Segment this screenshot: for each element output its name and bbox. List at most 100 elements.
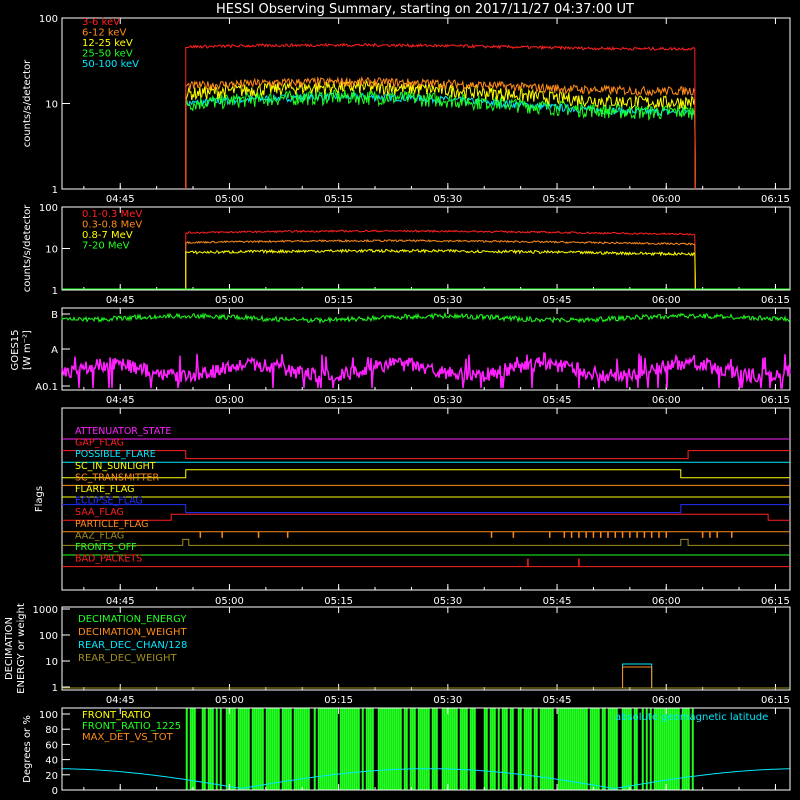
- ratio-bar: [443, 708, 446, 790]
- ratio-bar: [575, 708, 578, 790]
- y-axis-label: Degrees or %: [22, 715, 33, 783]
- ratio-bar: [269, 708, 272, 790]
- y-tick-label: 100: [39, 631, 58, 642]
- y-tick-label: 20: [45, 771, 58, 782]
- flag-label: SC_IN_SUNLIGHT: [75, 461, 156, 472]
- ratio-bar: [433, 708, 436, 790]
- ratio-bar: [265, 708, 268, 790]
- legend-entry: 50-100 keV: [82, 59, 139, 70]
- x-tick-label: 06:00: [652, 596, 681, 607]
- ratio-bar: [427, 708, 430, 790]
- annotation: absolute geomagnetic latitude: [615, 712, 768, 723]
- x-tick-label: 06:00: [652, 194, 681, 205]
- ratio-bar: [383, 708, 386, 790]
- x-tick-label: 06:00: [652, 695, 681, 706]
- x-tick-label: 06:15: [761, 295, 790, 306]
- ratio-bar: [299, 708, 302, 790]
- ratio-bar: [323, 708, 326, 790]
- x-tick-label: 05:45: [543, 395, 572, 406]
- legend-entry: FRONT_RATIO_1225: [82, 721, 181, 732]
- legend-entry: REAR_DEC_WEIGHT: [78, 653, 177, 664]
- high-energy-panel: [61, 206, 791, 291]
- ratio-bar: [459, 708, 462, 790]
- ratio-bar: [497, 708, 500, 790]
- y-tick-label: 80: [45, 725, 58, 736]
- ratio-bar: [413, 708, 416, 790]
- x-tick-label: 05:30: [433, 194, 462, 205]
- ratio-bar: [317, 708, 320, 790]
- ratio-bar: [519, 708, 522, 790]
- ratio-bar: [329, 708, 332, 790]
- y-axis-label: GOES15: [10, 329, 21, 370]
- series-line: [622, 666, 653, 688]
- ratio-bar: [569, 708, 572, 790]
- ratio-bar: [247, 708, 250, 790]
- legend-entry: 7-20 MeV: [82, 241, 130, 252]
- ratio-bar: [389, 708, 392, 790]
- ratio-bar: [321, 708, 324, 790]
- flag-label: BAD_PACKETS: [75, 554, 142, 565]
- y-tick-label: 40: [45, 756, 58, 767]
- x-tick-label: 06:15: [761, 695, 790, 706]
- ratio-bar: [591, 708, 594, 790]
- ratio-bar: [289, 708, 292, 790]
- y-tick-label: 10: [45, 100, 58, 111]
- ratio-bar: [381, 708, 384, 790]
- legend-entry: 0.3-0.8 MeV: [82, 220, 142, 231]
- x-tick-label: 05:30: [433, 295, 462, 306]
- ratio-bar: [465, 708, 468, 790]
- x-tick-label: 06:15: [761, 596, 790, 607]
- ratio-bar: [463, 708, 466, 790]
- ratio-bar: [347, 708, 350, 790]
- ratio-bar: [529, 708, 532, 790]
- series-line: [61, 311, 791, 325]
- y-axis-label: ENERGY or weight: [16, 603, 27, 694]
- ratio-bar: [419, 708, 422, 790]
- ratio-bar: [287, 708, 290, 790]
- ratio-bar: [237, 708, 240, 790]
- ratio-bar: [241, 708, 244, 790]
- ratio-bar: [261, 708, 264, 790]
- ratio-bar: [539, 708, 542, 790]
- ratio-bar: [297, 708, 300, 790]
- y-tick-label: 0: [52, 786, 58, 797]
- ratio-bar: [271, 708, 274, 790]
- ratio-bar: [259, 708, 262, 790]
- ratio-bar: [585, 708, 588, 790]
- ratio-bar: [367, 708, 370, 790]
- ratio-bar: [423, 708, 426, 790]
- ratio-bar: [491, 708, 494, 790]
- ratio-bar: [551, 708, 554, 790]
- legend-entry: 6-12 keV: [82, 28, 126, 39]
- ratio-bar: [511, 708, 514, 790]
- y-tick-label: A: [51, 345, 58, 356]
- ratio-bar: [609, 708, 612, 790]
- ratio-bar: [377, 708, 380, 790]
- ratio-bar: [417, 708, 420, 790]
- flag-line: [62, 513, 790, 521]
- series-line: [622, 663, 653, 688]
- flag-label: SC_TRANSMITTER: [75, 472, 160, 483]
- series-line: [185, 89, 696, 190]
- y-axis-label: counts/s/detector: [22, 204, 33, 292]
- y-tick-label: B: [51, 310, 58, 321]
- ratio-bar: [371, 708, 374, 790]
- ratio-bar: [527, 708, 530, 790]
- ratio-bar: [303, 708, 306, 790]
- ratio-bar: [567, 708, 570, 790]
- ratio-bar: [283, 708, 286, 790]
- ratio-bar: [233, 708, 236, 790]
- y-tick-label: 10: [45, 657, 58, 668]
- ratio-bar: [441, 708, 444, 790]
- x-tick-label: 05:00: [215, 194, 244, 205]
- ratio-bar: [227, 708, 230, 790]
- chart-title: HESSI Observing Summary, starting on 201…: [216, 2, 634, 17]
- ratio-bar: [345, 708, 348, 790]
- x-tick-label: 05:45: [543, 695, 572, 706]
- x-tick-label: 04:45: [106, 295, 135, 306]
- ratio-bar: [245, 708, 248, 790]
- ratio-bar: [535, 708, 538, 790]
- ratio-bar: [431, 708, 434, 790]
- ratio-bar: [201, 708, 204, 790]
- ratio-bar: [409, 708, 412, 790]
